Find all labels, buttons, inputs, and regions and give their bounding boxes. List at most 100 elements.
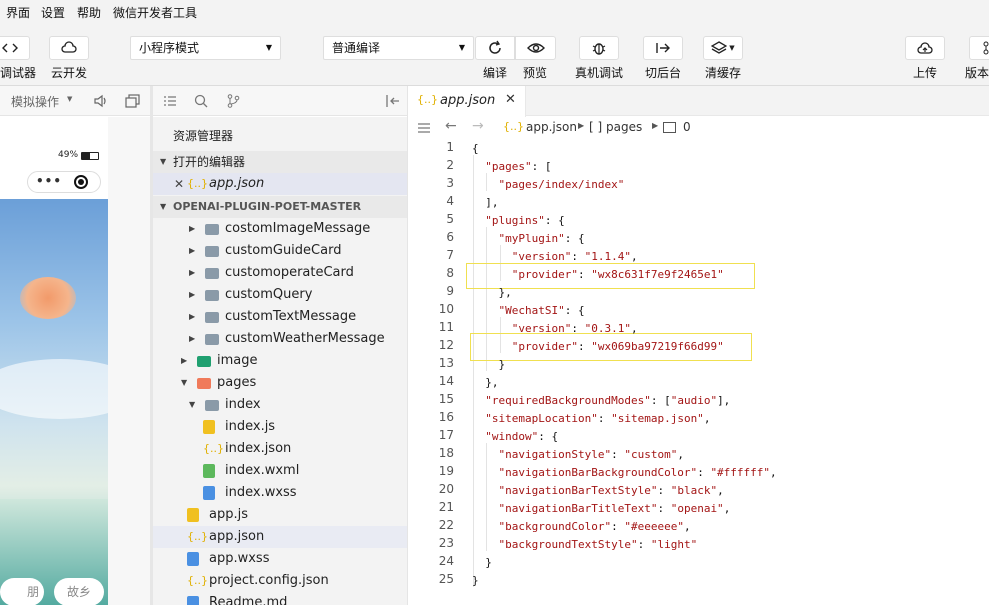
source-control-icon[interactable] bbox=[226, 94, 240, 108]
code-line[interactable]: "pages/index/index" bbox=[472, 178, 625, 191]
tree-item[interactable]: ▶ customWeatherMessage bbox=[153, 328, 408, 350]
menu-item-devtools[interactable]: 微信开发者工具 bbox=[113, 4, 197, 21]
code-editor[interactable]: 1{2 "pages": [3 "pages/index/index" 4 ], 5… bbox=[408, 139, 989, 605]
json-punctuation: : bbox=[611, 448, 625, 461]
background-button[interactable] bbox=[643, 36, 683, 60]
menu-item-help[interactable]: 帮助 bbox=[77, 4, 101, 21]
close-mini-program-icon[interactable] bbox=[74, 175, 88, 189]
json-punctuation bbox=[472, 268, 512, 281]
tree-item[interactable]: ▶ customTextMessage bbox=[153, 306, 408, 328]
open-editors-label: 打开的编辑器 bbox=[173, 155, 246, 169]
code-line[interactable]: "sitemapLocation": "sitemap.json", bbox=[472, 412, 710, 425]
simulator-screen[interactable]: 49% ••• 朋友 故乡 bbox=[0, 117, 108, 605]
version-button[interactable] bbox=[969, 36, 989, 60]
tree-item[interactable]: app.wxss bbox=[153, 548, 408, 570]
code-line[interactable]: }, bbox=[472, 286, 511, 299]
json-key: "provider" bbox=[511, 268, 578, 281]
tree-item[interactable]: index.js bbox=[153, 416, 408, 438]
code-line[interactable]: "window": { bbox=[472, 430, 558, 443]
tree-item[interactable]: Readme.md bbox=[153, 592, 408, 605]
tree-item[interactable]: {..} app.json bbox=[153, 526, 408, 548]
compile-button[interactable] bbox=[475, 36, 515, 60]
compile-mode-select[interactable]: 普通编译 ▼ bbox=[323, 36, 474, 60]
code-line[interactable]: "provider": "wx8c631f7e9f2465e1" bbox=[472, 268, 724, 281]
tree-item[interactable]: app.js bbox=[153, 504, 408, 526]
tree-item[interactable]: index.wxss bbox=[153, 482, 408, 504]
simulate-operations-label[interactable]: 模拟操作 bbox=[11, 93, 59, 110]
code-line[interactable]: "navigationBarTitleText": "openai", bbox=[472, 502, 731, 515]
line-number: 25 bbox=[438, 572, 454, 586]
json-punctuation bbox=[472, 466, 499, 479]
tree-item[interactable]: ▼ index bbox=[153, 394, 408, 416]
code-line[interactable]: "version": "0.3.1", bbox=[472, 322, 638, 335]
open-editor-item[interactable]: ✕ {..} app.json bbox=[153, 173, 408, 195]
code-line[interactable]: "navigationStyle": "custom", bbox=[472, 448, 684, 461]
code-line[interactable]: { bbox=[472, 142, 479, 155]
preview-button[interactable] bbox=[515, 36, 556, 60]
json-file-icon: {..} bbox=[417, 93, 438, 106]
menu-item-interface[interactable]: 界面 bbox=[6, 4, 30, 21]
code-line[interactable]: "WechatSI": { bbox=[472, 304, 585, 317]
code-line[interactable]: "plugins": { bbox=[472, 214, 564, 227]
code-line[interactable]: }, bbox=[472, 376, 498, 389]
tree-item[interactable]: ▶ customQuery bbox=[153, 284, 408, 306]
tree-item[interactable]: ▶ costomImageMessage bbox=[153, 218, 408, 240]
code-line[interactable]: } bbox=[472, 574, 479, 587]
tree-item[interactable]: ▼ pages bbox=[153, 372, 408, 394]
tree-item[interactable]: {..} index.json bbox=[153, 438, 408, 460]
collapse-panel-icon[interactable] bbox=[385, 94, 401, 108]
cloud-dev-button[interactable] bbox=[49, 36, 89, 60]
json-punctuation: : bbox=[637, 538, 651, 551]
chevron-right-icon: ▶ bbox=[181, 356, 188, 365]
close-icon[interactable]: ✕ bbox=[505, 92, 516, 107]
code-line[interactable]: "myPlugin": { bbox=[472, 232, 585, 245]
code-line[interactable]: "backgroundTextStyle": "light" bbox=[472, 538, 698, 551]
code-line[interactable]: "pages": [ bbox=[472, 160, 551, 173]
json-punctuation: : { bbox=[564, 304, 585, 317]
code-line[interactable]: "navigationBarTextStyle": "black", bbox=[472, 484, 724, 497]
list-icon[interactable] bbox=[163, 94, 177, 108]
json-punctuation: , bbox=[630, 250, 638, 263]
forward-arrow-icon[interactable]: → bbox=[472, 118, 484, 134]
mode-select[interactable]: 小程序模式 ▼ bbox=[130, 36, 281, 60]
back-arrow-icon[interactable]: ← bbox=[445, 118, 457, 134]
upload-button[interactable] bbox=[905, 36, 945, 60]
list-icon[interactable] bbox=[417, 122, 431, 134]
tree-item[interactable]: ▶ image bbox=[153, 350, 408, 372]
code-line[interactable]: "backgroundColor": "#eeeeee", bbox=[472, 520, 691, 533]
code-line[interactable]: ], bbox=[472, 196, 498, 209]
tab-app-json[interactable]: {..} app.json ✕ bbox=[408, 86, 526, 117]
json-punctuation bbox=[472, 502, 499, 515]
breadcrumb-file[interactable]: app.json bbox=[526, 120, 577, 134]
chevron-right-icon: ▶ bbox=[189, 312, 196, 321]
code-line[interactable]: "requiredBackgroundModes": ["audio"], bbox=[472, 394, 730, 407]
open-editors-section[interactable]: ▼ 打开的编辑器 bbox=[153, 151, 408, 173]
volume-icon[interactable] bbox=[93, 94, 109, 108]
code-line[interactable]: } bbox=[472, 358, 505, 371]
json-punctuation: : bbox=[697, 466, 711, 479]
tree-item[interactable]: ▶ customoperateCard bbox=[153, 262, 408, 284]
tree-item[interactable]: ▶ customGuideCard bbox=[153, 240, 408, 262]
hometown-button[interactable]: 故乡 bbox=[54, 578, 104, 605]
friend-button[interactable]: 朋友 bbox=[0, 578, 44, 605]
capsule-menu[interactable]: ••• bbox=[27, 171, 101, 193]
json-key: "navigationBarTitleText" bbox=[498, 502, 658, 515]
clear-cache-button[interactable]: ▼ bbox=[703, 36, 743, 60]
code-line[interactable]: "version": "1.1.4", bbox=[472, 250, 638, 263]
close-icon[interactable]: ✕ bbox=[174, 173, 184, 195]
code-line[interactable]: "provider": "wx069ba97219f66d99" bbox=[472, 340, 724, 353]
code-line[interactable]: "navigationBarBackgroundColor": "#ffffff… bbox=[472, 466, 777, 479]
debugger-button[interactable] bbox=[0, 36, 30, 60]
remote-debug-button[interactable] bbox=[579, 36, 619, 60]
search-icon[interactable] bbox=[194, 94, 208, 108]
tree-item[interactable]: index.wxml bbox=[153, 460, 408, 482]
more-icon[interactable]: ••• bbox=[36, 174, 62, 188]
window-icon[interactable] bbox=[125, 94, 141, 108]
code-line[interactable]: } bbox=[472, 556, 492, 569]
menu-item-settings[interactable]: 设置 bbox=[41, 4, 65, 21]
breadcrumb-index[interactable]: 0 bbox=[683, 120, 691, 134]
tree-item[interactable]: {..} project.config.json bbox=[153, 570, 408, 592]
project-section[interactable]: ▼ OPENAI-PLUGIN-POET-MASTER bbox=[153, 196, 408, 218]
chevron-down-icon[interactable]: ▼ bbox=[67, 95, 72, 103]
breadcrumb-pages[interactable]: [ ] pages bbox=[589, 120, 642, 134]
